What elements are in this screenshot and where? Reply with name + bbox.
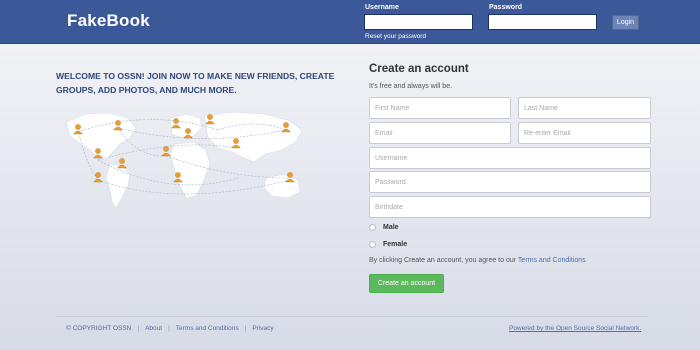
world-map-icon xyxy=(65,111,303,209)
female-label: Female xyxy=(383,241,408,248)
male-radio[interactable] xyxy=(369,224,376,231)
reset-password-link[interactable]: Reset your password xyxy=(365,33,426,40)
footer-divider xyxy=(56,316,648,317)
footer-separator: | xyxy=(168,325,170,332)
person-icon xyxy=(93,172,103,183)
terms-link[interactable]: Terms and Conditions xyxy=(518,257,586,264)
male-label: Male xyxy=(383,224,399,231)
password-label: Password xyxy=(489,4,523,11)
person-icon xyxy=(117,158,127,169)
birthdate-input[interactable] xyxy=(369,196,651,218)
first-name-input[interactable] xyxy=(369,97,511,119)
terms-prefix: By clicking Create an account, you agree… xyxy=(369,257,517,264)
gender-female-option[interactable]: Female xyxy=(369,241,407,248)
create-account-button[interactable]: Create an account xyxy=(369,274,444,293)
welcome-message: WELCOME TO OSSN! JOIN NOW TO MAKE NEW FR… xyxy=(56,71,335,95)
footer-about-link[interactable]: About xyxy=(145,325,162,332)
continent-south-america xyxy=(105,163,131,209)
username-label: Username xyxy=(365,4,399,11)
site-logo[interactable]: FakeBook xyxy=(67,11,150,31)
signup-title: Create an account xyxy=(369,63,469,75)
login-button[interactable]: Login xyxy=(612,15,639,30)
reenter-email-input[interactable] xyxy=(518,122,651,144)
footer-privacy-link[interactable]: Privacy xyxy=(252,325,273,332)
footer-links: © COPYRIGHT OSSN | About | Terms and Con… xyxy=(66,325,274,332)
password-input[interactable] xyxy=(488,14,597,30)
gender-male-option[interactable]: Male xyxy=(369,224,399,231)
continent-africa xyxy=(169,141,211,199)
terms-notice: By clicking Create an account, you agree… xyxy=(369,257,586,264)
username-input[interactable] xyxy=(364,14,473,30)
top-navigation-bar: FakeBook Username Password Reset your pa… xyxy=(0,0,700,44)
person-icon xyxy=(161,146,171,157)
last-name-input[interactable] xyxy=(518,97,651,119)
signup-password-input[interactable] xyxy=(369,171,651,193)
signup-username-input[interactable] xyxy=(369,147,651,169)
copyright-text: © COPYRIGHT OSSN xyxy=(66,325,132,332)
signup-subtitle: It's free and always will be. xyxy=(369,83,453,90)
continent-asia xyxy=(203,111,303,163)
powered-by-link[interactable]: Powered by the Open Source Social Networ… xyxy=(509,325,641,332)
footer-separator: | xyxy=(244,325,247,332)
female-radio[interactable] xyxy=(369,241,376,248)
footer-terms-link[interactable]: Terms and Conditions xyxy=(176,325,239,332)
email-input[interactable] xyxy=(369,122,511,144)
footer-separator: | xyxy=(137,325,140,332)
